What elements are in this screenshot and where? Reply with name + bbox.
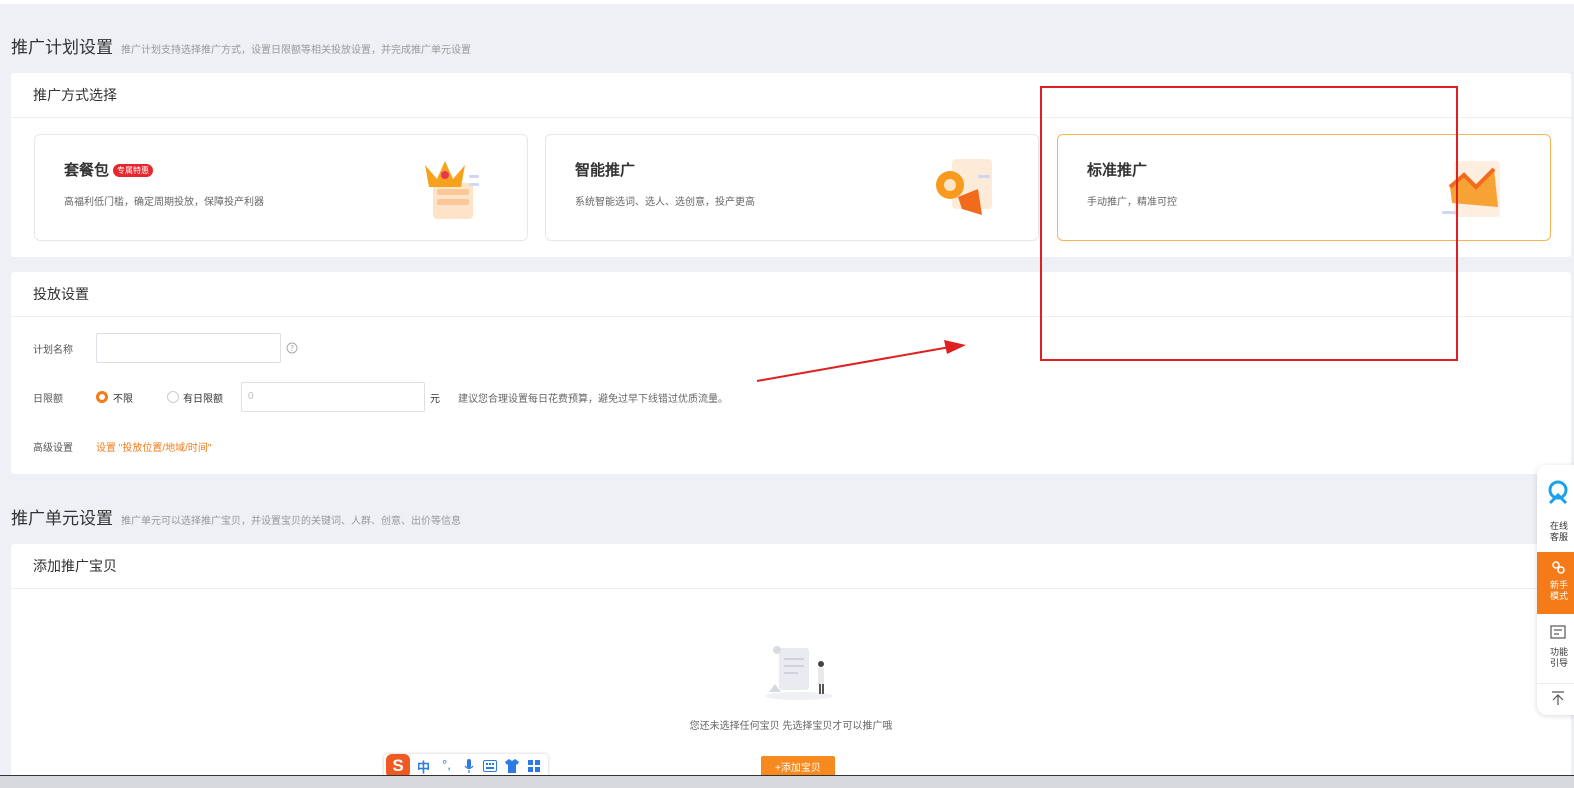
customer-service-icon	[1548, 480, 1568, 505]
sidebar-label: 客服	[1550, 532, 1569, 542]
annotation-arrow-head	[944, 340, 966, 354]
feature-guide-icon	[1550, 625, 1566, 639]
ime-lang-toggle[interactable]: 中	[417, 757, 430, 776]
sidebar-item-back-to-top[interactable]	[1537, 683, 1574, 715]
annotation-arrow-line	[756, 346, 951, 382]
toolbox-icon[interactable]	[528, 760, 540, 772]
ime-punct-toggle[interactable]: °,	[442, 757, 451, 772]
sidebar-label: 功能	[1550, 647, 1569, 657]
sidebar-item-service[interactable]: 在线 客服	[1537, 465, 1574, 550]
skin-icon[interactable]	[505, 759, 519, 773]
taskbar	[0, 775, 1574, 788]
sidebar-label: 模式	[1550, 591, 1569, 601]
guide-icon	[1552, 561, 1565, 574]
microphone-icon[interactable]	[464, 759, 474, 773]
back-to-top-icon	[1552, 691, 1564, 705]
sidebar-item-guide[interactable]: 新手 模式	[1537, 552, 1574, 614]
floating-sidebar: 在线 客服 新手 模式 功能 引导	[1537, 465, 1574, 715]
sidebar-label: 在线	[1550, 521, 1569, 531]
sidebar-label: 新手	[1550, 580, 1569, 590]
annotation-box	[1040, 86, 1458, 361]
sidebar-label: 引导	[1550, 658, 1569, 668]
keyboard-icon[interactable]	[483, 760, 497, 772]
red-annotation	[756, 86, 1458, 382]
sidebar-item-feature-guide[interactable]: 功能 引导	[1537, 616, 1574, 681]
